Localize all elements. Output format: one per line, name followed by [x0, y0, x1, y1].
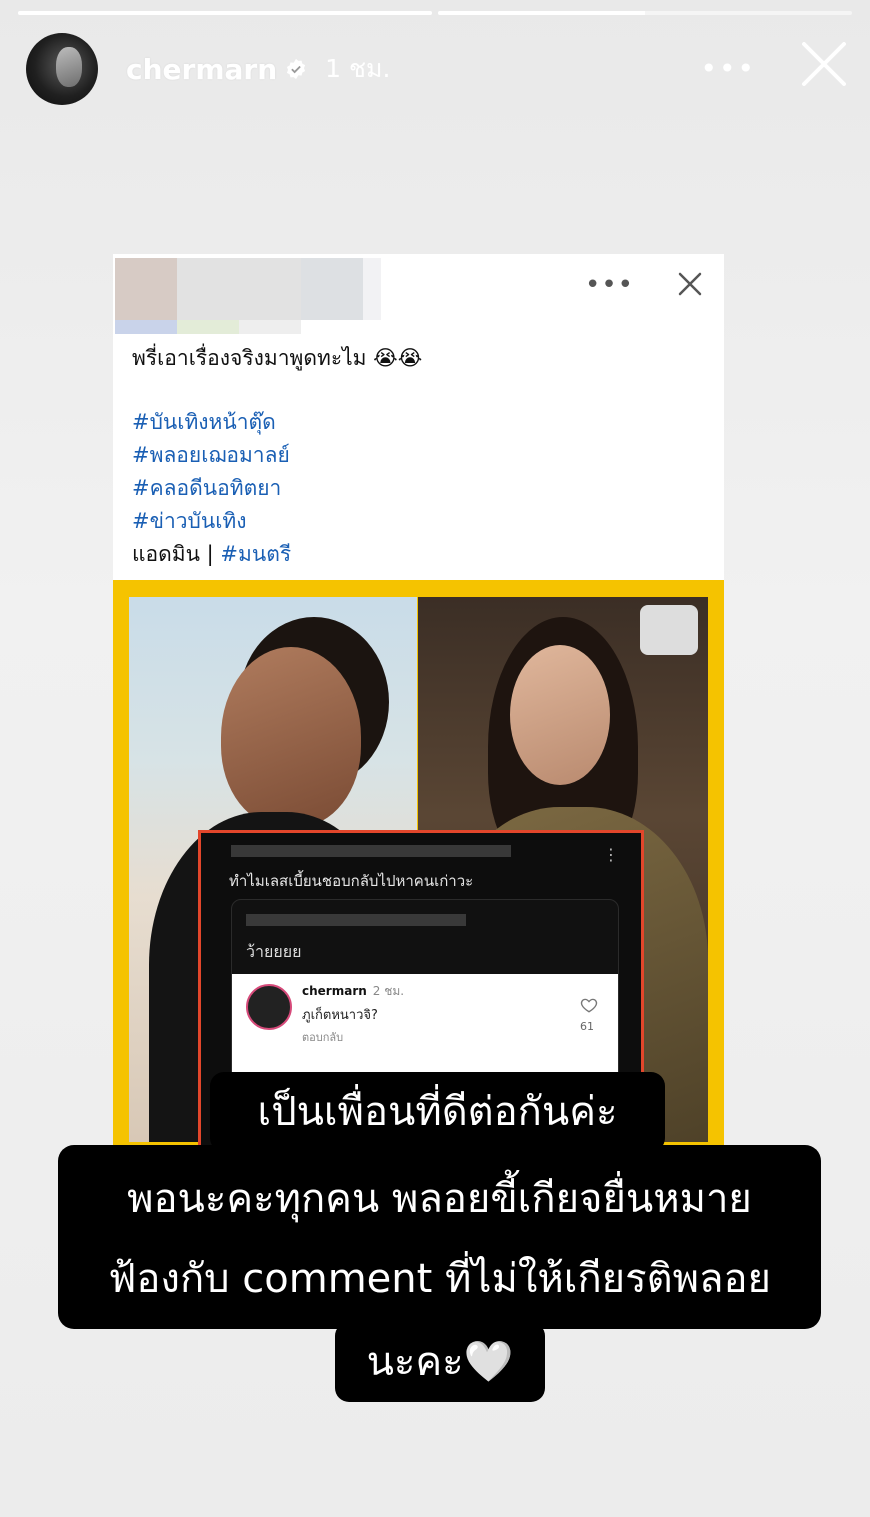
more-vertical-icon: ⋮: [603, 845, 619, 864]
overlay-text-block: พอนะคะทุกคน พลอยขี้เกียจยื่นหมาย ฟ้องกับ…: [58, 1145, 821, 1329]
redacted-text: [246, 914, 466, 926]
reply-user: chermarn 2 ชม.: [302, 984, 405, 998]
verified-badge-icon: [285, 58, 307, 80]
overlay-text-line: เป็นเพื่อนที่ดีต่อกันค่ะ: [210, 1072, 665, 1152]
comment-text: ว้ายยยย: [246, 942, 302, 961]
hashtag[interactable]: #มนตรี: [220, 542, 291, 566]
heart-icon: [580, 996, 598, 1014]
question-text: ทำไมเลสเบี้ยนชอบกลับไปหาคนเก่าวะ: [229, 872, 474, 890]
overlay-text-line: ฟ้องกับ comment ที่ไม่ให้เกียรติพลอย: [108, 1256, 771, 1302]
post-more-icon[interactable]: •••: [585, 270, 634, 300]
reply-item: chermarn 2 ชม. ภูเก็ตหนาวจิ? ตอบกลับ 61: [232, 974, 618, 1074]
redacted-name: [177, 258, 301, 320]
sticker-icon: [640, 605, 698, 655]
close-icon[interactable]: [798, 38, 850, 90]
reply-text: ภูเก็ตหนาวจิ?: [302, 1008, 378, 1023]
reply-action: ตอบกลับ: [302, 1031, 344, 1044]
overlay-text-line: นะคะ🤍: [335, 1322, 545, 1402]
post-caption: พรี่เอาเรื่องจริงมาพูดทะไม 😭😭: [132, 346, 423, 370]
redacted-name: [301, 258, 363, 320]
hashtag[interactable]: #พลอยเฌอมาลย์: [132, 439, 291, 472]
progress-segment: [18, 11, 432, 15]
post-close-icon[interactable]: [676, 270, 704, 298]
like-count: 61: [580, 1020, 594, 1033]
hashtag-list: #บันเทิงหน้าตุ๊ด #พลอยเฌอมาลย์ #คลอดีนอท…: [132, 406, 291, 571]
story-progress: [18, 11, 852, 15]
hashtag[interactable]: #บันเทิงหน้าตุ๊ด: [132, 406, 291, 439]
overlay-text-line: พอนะคะทุกคน พลอยขี้เกียจยื่นหมาย: [127, 1176, 752, 1222]
more-horizontal-icon[interactable]: •••: [700, 52, 756, 85]
redacted-name: [363, 258, 381, 320]
hashtag[interactable]: #คลอดีนอทิตยา: [132, 472, 291, 505]
story-header: chermarn 1 ชม. •••: [26, 32, 850, 106]
admin-label: แอดมิน |: [132, 542, 221, 566]
avatar: [246, 984, 292, 1030]
redacted-avatar: [115, 258, 177, 320]
shared-post-card: ••• พรี่เอาเรื่องจริงมาพูดทะไม 😭😭 #บันเท…: [113, 254, 724, 580]
avatar[interactable]: [26, 33, 98, 105]
hashtag[interactable]: #ข่าวบันเทิง: [132, 505, 291, 538]
post-time: 1 ชม.: [325, 54, 391, 83]
username[interactable]: chermarn: [126, 53, 277, 86]
redacted-text: [231, 845, 511, 857]
progress-segment: [438, 11, 852, 15]
